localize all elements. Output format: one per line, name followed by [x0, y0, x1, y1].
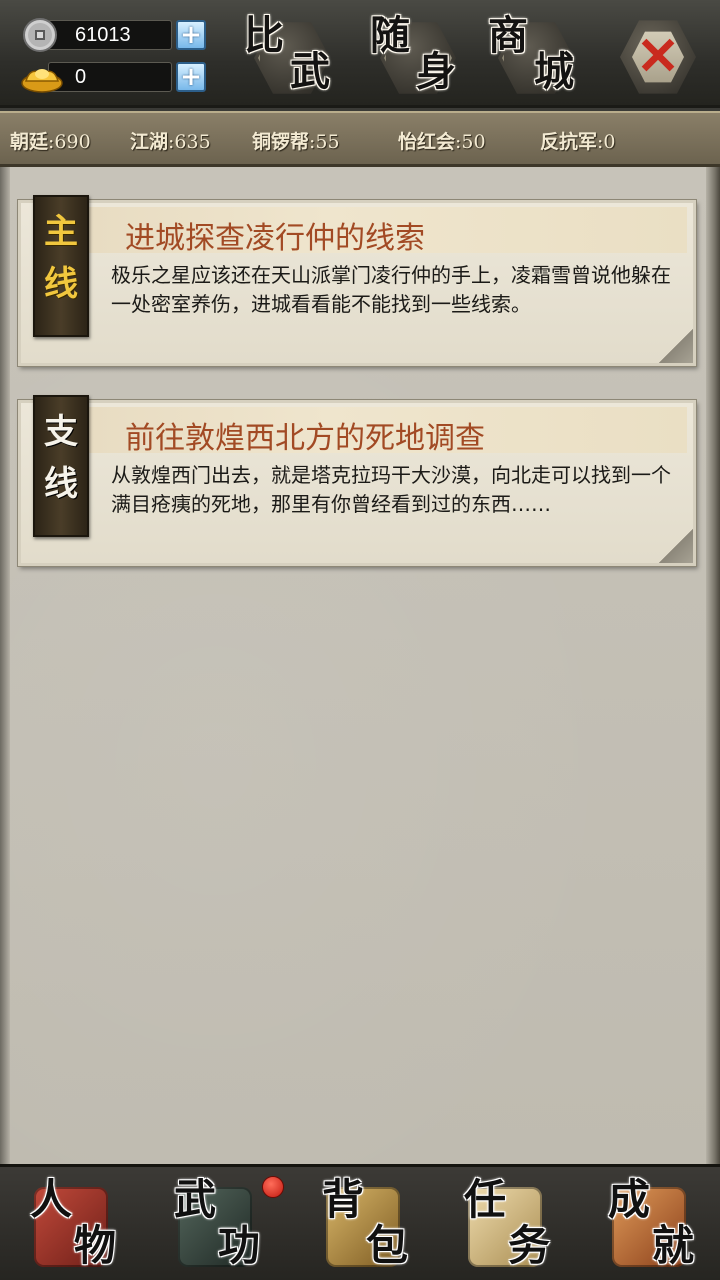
nav-martial-label-2: 功 [218, 1221, 261, 1270]
main-quest-tag: 主 线 [33, 195, 89, 337]
faction-rebels: 反抗军:0 [540, 131, 616, 153]
close-button[interactable]: ✕ [620, 20, 696, 94]
side-tag-char-2: 线 [44, 464, 78, 504]
main-tag-char-1: 主 [44, 212, 78, 252]
shop-button[interactable]: 商 城 [484, 8, 590, 104]
silver-amount: 61013 [48, 20, 172, 50]
main-tag-char-2: 线 [44, 264, 78, 304]
side-quest-card[interactable]: 前往敦煌西北方的死地调查 从敦煌西门出去，就是塔克拉玛干大沙漠，向北走可以找到一… [18, 395, 696, 566]
nav-achievements[interactable]: 成 就 [582, 1171, 716, 1279]
faction-reputation-bar: 朝廷:690 江湖:635 铜锣帮:55 怡红会:50 反抗军:0 [0, 111, 720, 167]
faction-gong-gang: 铜锣帮:55 [252, 131, 340, 153]
main-quest-card[interactable]: 进城探查凌行仲的线索 极乐之星应该还在天山派掌门凌行仲的手上，凌霜雪曾说他躲在一… [18, 195, 696, 366]
main-quest-title: 进城探查凌行仲的线索 [125, 221, 425, 256]
side-tag-char-1: 支 [44, 412, 78, 452]
top-bar: 61013 + 0 + 比 武 随 身 商 城 ✕ [0, 0, 720, 108]
side-quest-tag: 支 线 [33, 395, 89, 537]
nav-quests[interactable]: 任 务 [438, 1171, 572, 1279]
nav-achievements-label-1: 成 [608, 1175, 651, 1224]
nav-martial-label-1: 武 [174, 1175, 217, 1224]
main-quest-description: 极乐之星应该还在天山派掌门凌行仲的手上，凌霜雪曾说他躲在一处密室养伤，进城看看能… [111, 263, 671, 316]
faction-court: 朝廷:690 [10, 131, 91, 153]
gold-ingot-icon [20, 59, 66, 95]
faction-yihong: 怡红会:50 [398, 131, 486, 153]
notification-badge [262, 1176, 284, 1198]
pvp-label-2: 武 [290, 48, 330, 95]
gold-currency: 0 + [20, 60, 224, 94]
nav-quests-label-2: 务 [508, 1221, 551, 1270]
bottom-nav: 人 物 武 功 背 包 任 务 成 就 [0, 1164, 720, 1280]
side-quest-title: 前往敦煌西北方的死地调查 [125, 421, 485, 456]
carry-label-2: 身 [416, 48, 456, 95]
side-quest-description: 从敦煌西门出去，就是塔克拉玛干大沙漠，向北走可以找到一个满目疮痍的死地，那里有你… [111, 463, 671, 516]
nav-bag-label-2: 包 [366, 1221, 409, 1270]
nav-achievements-label-2: 就 [652, 1221, 695, 1270]
nav-character-label-2: 物 [74, 1221, 117, 1270]
add-gold-button[interactable]: + [176, 62, 206, 92]
faction-jianghu: 江湖:635 [130, 131, 211, 153]
shop-label-2: 城 [534, 48, 574, 95]
pvp-button[interactable]: 比 武 [240, 8, 346, 104]
add-silver-button[interactable]: + [176, 20, 206, 50]
close-icon: ✕ [636, 28, 680, 86]
silver-currency: 61013 + [20, 18, 224, 52]
carry-button[interactable]: 随 身 [366, 8, 472, 104]
nav-quests-label-1: 任 [464, 1175, 507, 1224]
pvp-label-1: 比 [244, 12, 284, 59]
nav-bag[interactable]: 背 包 [296, 1171, 430, 1279]
corner-fold-icon [659, 529, 693, 563]
nav-character-label-1: 人 [30, 1175, 73, 1224]
corner-fold-icon [659, 329, 693, 363]
nav-bag-label-1: 背 [322, 1175, 365, 1224]
shop-label-1: 商 [488, 12, 528, 59]
silver-coin-icon [20, 17, 66, 53]
carry-label-1: 随 [370, 12, 410, 59]
nav-character[interactable]: 人 物 [4, 1171, 138, 1279]
gold-amount: 0 [48, 62, 172, 92]
